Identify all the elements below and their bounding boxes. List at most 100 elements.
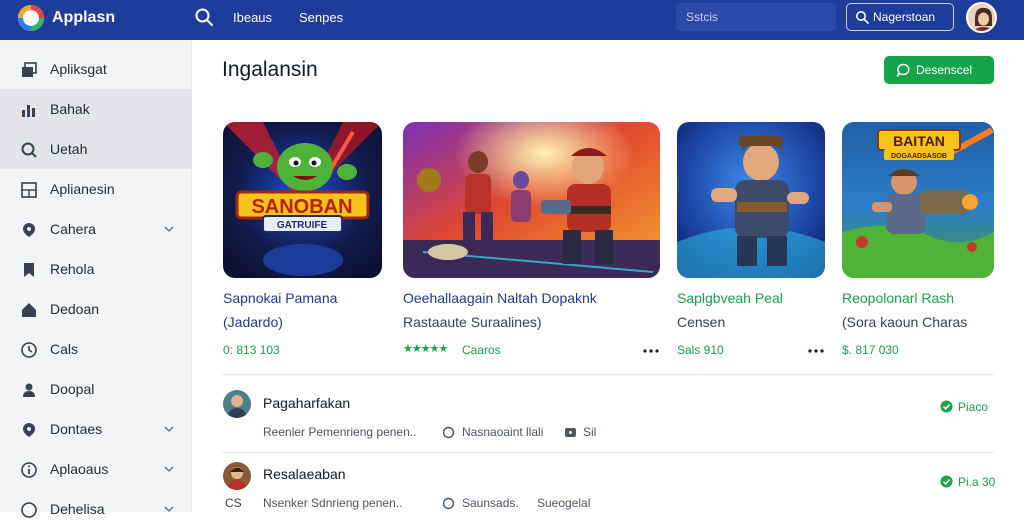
app-card-subtitle: Rastaaute Suraalines) — [403, 314, 542, 330]
sidebar-item-label: Dedoan — [50, 301, 100, 317]
search-icon — [856, 11, 869, 24]
sidebar-item-label: Apliksgat — [50, 61, 107, 77]
top-search-input[interactable]: Sstcis — [676, 3, 836, 31]
app-card-title[interactable]: Oeehallaagain Naltah Dopaknk — [403, 290, 597, 306]
app-card-image[interactable] — [403, 122, 660, 278]
sidebar-item-label: Uetah — [50, 141, 88, 157]
sidebar-item-12[interactable]: Dehelisa — [0, 489, 192, 529]
chevron-down-icon[interactable] — [163, 423, 175, 435]
page-title: Ingalansin — [222, 58, 318, 81]
discover-button-label: Desenscel — [916, 63, 973, 77]
card-banner-subtext: DOGAADSASOB — [891, 153, 947, 160]
bookmark-icon — [24, 263, 34, 277]
row-meta: Saunsads. — [462, 496, 519, 510]
rating-stars: ★★★★★ — [403, 343, 448, 355]
register-button-label: Nagerstoan — [873, 10, 936, 24]
app-card-title[interactable]: Reopolonarl Rash — [842, 290, 954, 306]
divider — [222, 374, 994, 375]
sidebar-item-2[interactable]: Bahak — [0, 89, 192, 129]
pin-icon — [23, 223, 35, 237]
sidebar-item-9[interactable]: Doopal — [0, 369, 192, 409]
help-icon — [21, 502, 37, 518]
sidebar-item-label: Dontaes — [50, 421, 103, 437]
card-banner-text: BAITAN — [893, 133, 945, 149]
location-icon — [23, 423, 35, 437]
sidebar-item-11[interactable]: Aplaoaus — [0, 449, 192, 489]
chat-icon — [896, 63, 910, 77]
check-circle-icon — [940, 400, 953, 413]
card-banner-text: SANOBAN — [251, 196, 352, 218]
register-button[interactable]: Nagerstoan — [846, 3, 954, 31]
status-label: Piaco — [958, 400, 989, 414]
app-card-image[interactable]: SANOBAN GATRUIFE — [223, 122, 382, 278]
sidebar-item-label: Aplaoaus — [50, 461, 109, 477]
row-title[interactable]: Resalaeaban — [263, 466, 346, 482]
sidebar-item-3[interactable]: Uetah — [0, 129, 192, 169]
app-card-subtitle: Censen — [677, 314, 726, 330]
person-icon — [23, 383, 35, 397]
row-meta: Nasnaoaint llali — [462, 425, 544, 439]
card-banner-subtext: GATRUIFE — [277, 220, 328, 231]
top-bar: Applasn Ibeaus Senpes Sstcis Nagerstoan — [0, 0, 1024, 40]
app-card-subtitle: (Sora kaoun Charas — [842, 314, 968, 330]
app-card-title[interactable]: Sapnokai Pamana — [223, 290, 337, 306]
row-title[interactable]: Pagaharfakan — [263, 395, 350, 411]
sidebar-item-label: Rehola — [50, 261, 95, 277]
chevron-down-icon[interactable] — [163, 223, 175, 235]
row-description: Nsenker Sdnrieng penen.. — [263, 496, 403, 510]
nav-link-1[interactable]: Ibeaus — [233, 10, 272, 25]
discover-button[interactable]: Desenscel — [884, 56, 994, 84]
check-circle-icon — [940, 475, 953, 488]
search-icon[interactable] — [194, 7, 214, 27]
row-description: Reenler Pemenrieng penen.. — [263, 425, 417, 439]
sidebar-item-label: Cals — [50, 341, 79, 357]
sidebar-item-label: Cahera — [50, 221, 96, 237]
sidebar-item-4[interactable]: Aplianesin — [0, 169, 192, 209]
app-card-meta: Sals 910 — [677, 343, 724, 357]
bar-chart-icon — [22, 105, 35, 117]
sidebar-item-8[interactable]: Cals — [0, 329, 192, 369]
home-icon — [22, 303, 36, 317]
row-avatar — [223, 462, 251, 490]
sidebar: Apliksgat Bahak Uetah Aplianesin Cahera … — [0, 40, 192, 518]
message-icon — [565, 428, 576, 437]
sidebar-item-10[interactable]: Dontaes — [0, 409, 192, 449]
app-logo[interactable] — [18, 5, 44, 31]
sidebar-item-label: Doopal — [50, 381, 95, 397]
divider — [222, 452, 994, 453]
row-tag: CS — [225, 496, 242, 510]
circle-icon — [442, 426, 455, 439]
app-card-image[interactable] — [677, 122, 825, 278]
nav-link-2[interactable]: Senpes — [299, 10, 343, 25]
sidebar-item-1[interactable]: Apliksgat — [0, 49, 192, 89]
sidebar-item-6[interactable]: Rehola — [0, 249, 192, 289]
grid-icon — [21, 182, 37, 198]
status-label: Pi.a 30 — [958, 475, 996, 489]
sidebar-item-5[interactable]: Cahera — [0, 209, 192, 249]
chevron-down-icon[interactable] — [163, 463, 175, 475]
layers-icon — [22, 62, 37, 77]
row-meta-count: Sil — [583, 425, 597, 439]
search-icon — [21, 142, 37, 158]
chevron-down-icon[interactable] — [163, 503, 175, 515]
sidebar-item-7[interactable]: Dedoan — [0, 289, 192, 329]
status-badge: Piaco — [940, 400, 988, 414]
row-meta-2: Sueogelal — [537, 496, 591, 510]
row-avatar — [223, 390, 251, 418]
app-title: Applasn — [52, 9, 116, 26]
more-options-icon[interactable] — [807, 344, 825, 358]
info-icon — [21, 462, 37, 478]
app-card-rating-text: Caaros — [462, 343, 501, 357]
more-options-icon[interactable] — [642, 344, 660, 358]
sidebar-item-label: Dehelisa — [50, 501, 105, 517]
app-card-title[interactable]: Saplgbveah Peal — [677, 290, 783, 306]
clock-icon — [21, 342, 37, 358]
app-card-subtitle: (Jadardo) — [223, 314, 283, 330]
app-card-meta: $. 817 030 — [842, 343, 899, 357]
app-card-image[interactable]: BAITAN DOGAADSASOB — [842, 122, 994, 278]
chat-icon — [442, 497, 455, 510]
app-card-meta: 0: 813 103 — [223, 343, 280, 357]
sidebar-item-label: Bahak — [50, 101, 90, 117]
sidebar-item-label: Aplianesin — [50, 181, 115, 197]
user-avatar[interactable] — [966, 2, 997, 33]
